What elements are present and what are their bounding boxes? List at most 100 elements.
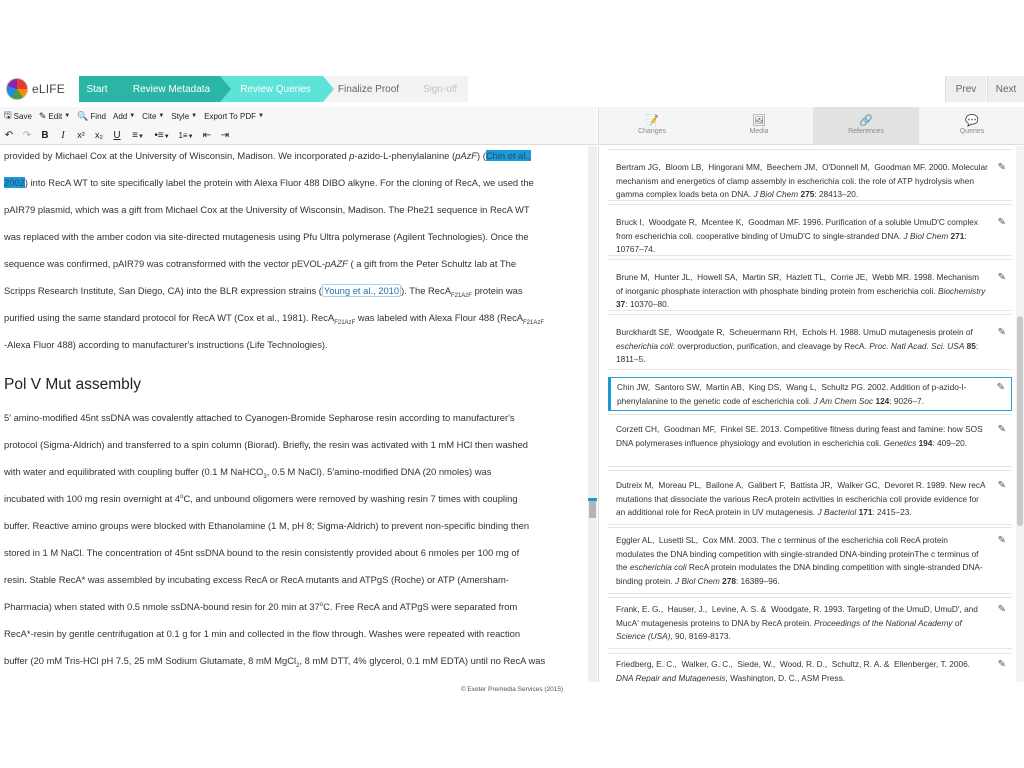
footer-copyright: © Exeter Premedia Services (2015) bbox=[460, 686, 564, 693]
references-scrollbar[interactable] bbox=[1016, 146, 1024, 682]
chevron-down-icon: ▼ bbox=[64, 113, 71, 119]
edit-icon[interactable]: ✎ bbox=[998, 534, 1006, 548]
scrollbar-thumb[interactable] bbox=[589, 498, 596, 518]
body-text-line: resin. Stable RecA* was assembled by inc… bbox=[4, 574, 509, 585]
elife-logo: eLIFE bbox=[6, 76, 65, 102]
search-icon: 🔍 bbox=[77, 110, 89, 121]
reference-item[interactable]: Frank, E. G., Hauser, J., Levine, A. S. … bbox=[608, 597, 1012, 649]
scroll-position-marker bbox=[588, 498, 597, 501]
reference-item[interactable]: Corzett CH, Goodman MF, Finkel SE. 2013.… bbox=[608, 414, 1012, 467]
body-text-line: stored in 1 M NaCl. The concentration of… bbox=[4, 547, 520, 558]
body-text-line: provided by Michael Cox at the Universit… bbox=[4, 150, 531, 161]
edit-icon[interactable]: ✎ bbox=[998, 216, 1006, 230]
body-text-line: Pharmacia) when stated with 0.5 nmole ss… bbox=[4, 601, 518, 612]
body-text-line: sequence was confirmed, pAIR79 was cotra… bbox=[4, 258, 517, 269]
save-button[interactable]: 🖫 Save bbox=[4, 108, 32, 124]
references-list: Bertram JG, Bloom LB, Hingorani MM, Beec… bbox=[598, 146, 1024, 682]
edit-icon[interactable]: ✎ bbox=[997, 381, 1005, 395]
edit-icon[interactable]: ✎ bbox=[998, 603, 1006, 617]
tab-label: Queries bbox=[959, 128, 985, 135]
edit-icon: ✎ bbox=[38, 110, 47, 121]
tab-label: Changes bbox=[637, 128, 667, 135]
workflow-step-label: Start bbox=[86, 83, 108, 95]
reference-item[interactable]: Bertram JG, Bloom LB, Hingorani MM, Beec… bbox=[608, 149, 1012, 201]
body-text-line: incubated with 100 mg resin overnight at… bbox=[4, 493, 518, 504]
body-text-line: RecA*-resin by gentle centrifugation at … bbox=[4, 628, 521, 639]
italic-icon[interactable]: I bbox=[54, 130, 72, 141]
edit-icon[interactable]: ✎ bbox=[998, 479, 1006, 493]
body-text-line: protocol (Sigma-Aldrich) and transferred… bbox=[4, 439, 529, 450]
tab-references[interactable]: 🔗 References bbox=[813, 107, 919, 145]
manuscript-editor[interactable]: provided by Michael Cox at the Universit… bbox=[0, 146, 588, 682]
tab-queries[interactable]: 💬 Queries bbox=[919, 107, 1024, 145]
comment-icon: 💬 bbox=[965, 115, 979, 127]
edit-label: Edit bbox=[48, 111, 63, 121]
link-icon: 🔗 bbox=[859, 115, 873, 127]
tab-media[interactable]: 🖼 Media bbox=[706, 107, 812, 145]
bullet-list-icon[interactable]: •≡▼ bbox=[150, 130, 174, 141]
edit-icon[interactable]: ✎ bbox=[998, 326, 1006, 340]
reference-item-selected[interactable]: Chin JW, Santoro SW, Martin AB, King DS,… bbox=[608, 377, 1012, 411]
reference-item[interactable]: Burckhardt SE, Woodgate R, Scheuermann R… bbox=[608, 314, 1012, 370]
find-button[interactable]: 🔍 Find bbox=[77, 111, 106, 122]
indent-icon[interactable]: ⇥ bbox=[216, 130, 234, 141]
body-text-line: was replaced with the amber codon via si… bbox=[4, 231, 529, 242]
edit-icon[interactable]: ✎ bbox=[998, 271, 1006, 285]
undo-icon[interactable]: ↶ bbox=[0, 130, 18, 141]
section-heading: Pol V Mut assembly bbox=[4, 376, 141, 393]
find-label: Find bbox=[90, 111, 106, 121]
export-label: Export To PDF bbox=[204, 111, 256, 121]
workflow-step-review-metadata[interactable]: Review Metadata bbox=[115, 76, 231, 102]
cite-label: Cite bbox=[142, 111, 157, 121]
workflow-step-label: Sign-off bbox=[422, 83, 458, 95]
body-text-line: with water and equilibrated with couplin… bbox=[4, 466, 492, 480]
toolbar-menu-row: 🖫 Save ✎ Edit ▼ 🔍 Find Add ▼ Cite ▼ Style ▼ Exp… bbox=[0, 107, 267, 125]
body-text-line: 5′ amino-modified 45nt ssDNA was covalen… bbox=[4, 412, 515, 423]
editor-scrollbar[interactable] bbox=[588, 146, 597, 682]
outdent-icon[interactable]: ⇤ bbox=[198, 130, 216, 141]
export-pdf-menu[interactable]: Export To PDF ▼ bbox=[204, 112, 264, 121]
style-menu[interactable]: Style ▼ bbox=[171, 112, 197, 121]
align-icon[interactable]: ≡▼ bbox=[126, 130, 150, 141]
chevron-down-icon: ▼ bbox=[257, 113, 264, 119]
add-menu[interactable]: Add ▼ bbox=[113, 112, 135, 121]
superscript-icon[interactable]: x² bbox=[72, 130, 90, 140]
tab-label: Media bbox=[749, 128, 769, 135]
bold-icon[interactable]: B bbox=[36, 130, 54, 141]
chevron-down-icon: ▼ bbox=[191, 113, 198, 119]
scrollbar-thumb[interactable] bbox=[1017, 316, 1023, 526]
reference-item[interactable]: Dutreix M, Moreau PL, Bailone A, Galiber… bbox=[608, 470, 1012, 525]
editor-toolbar: 🖫 Save ✎ Edit ▼ 🔍 Find Add ▼ Cite ▼ Style ▼ Exp… bbox=[0, 107, 597, 145]
redo-icon[interactable]: ↷ bbox=[18, 130, 36, 141]
underline-icon[interactable]: U bbox=[108, 130, 126, 141]
workflow-step-review-queries[interactable]: Review Queries bbox=[220, 76, 334, 102]
reference-item[interactable]: Brune M, Hunter JL, Howell SA, Martin SR… bbox=[608, 259, 1012, 311]
add-label: Add bbox=[112, 111, 128, 121]
subscript-icon[interactable]: x₂ bbox=[90, 130, 108, 140]
body-text-line: buffer. Reactive amino groups were block… bbox=[4, 520, 530, 531]
cite-menu[interactable]: Cite ▼ bbox=[142, 112, 164, 121]
elife-logo-icon bbox=[6, 78, 28, 100]
panel-tabs: 📝 Changes 🖼 Media 🔗 References 💬 Queries bbox=[598, 107, 1024, 145]
style-label: Style bbox=[171, 111, 190, 121]
tab-changes[interactable]: 📝 Changes bbox=[599, 107, 705, 145]
workflow-step-label: Review Queries bbox=[240, 83, 311, 95]
image-icon: 🖼 bbox=[752, 115, 766, 127]
edit-icon[interactable]: ✎ bbox=[998, 161, 1006, 175]
reference-item[interactable]: Bruck I, Woodgate R, Mcentee K, Goodman … bbox=[608, 204, 1012, 256]
next-button[interactable]: Next bbox=[987, 76, 1024, 102]
save-label: Save bbox=[13, 111, 32, 121]
reference-item[interactable]: Eggler AL, Lusetti SL, Cox MM. 2003. The… bbox=[608, 527, 1012, 594]
reference-item[interactable]: Friedberg, E. C., Walker, G. C., Siede, … bbox=[608, 653, 1012, 682]
body-text-line: buffer (20 mM Tris-HCl pH 7.5, 25 mM Sod… bbox=[4, 655, 546, 669]
workflow-step-start[interactable]: Start bbox=[79, 76, 126, 102]
workflow-step-label: Finalize Proof bbox=[337, 83, 400, 95]
workflow-step-label: Review Metadata bbox=[132, 83, 211, 95]
workflow-step-finalize-proof[interactable]: Finalize Proof bbox=[323, 76, 417, 102]
body-text-line: -Alexa Fluor 488) according to manufactu… bbox=[4, 339, 328, 350]
numbered-list-icon[interactable]: 1≡▼ bbox=[174, 131, 198, 140]
edit-icon[interactable]: ✎ bbox=[998, 658, 1006, 672]
edit-icon[interactable]: ✎ bbox=[998, 423, 1006, 437]
edit-menu[interactable]: ✎ Edit ▼ bbox=[39, 111, 70, 122]
prev-button[interactable]: Prev bbox=[945, 76, 986, 102]
